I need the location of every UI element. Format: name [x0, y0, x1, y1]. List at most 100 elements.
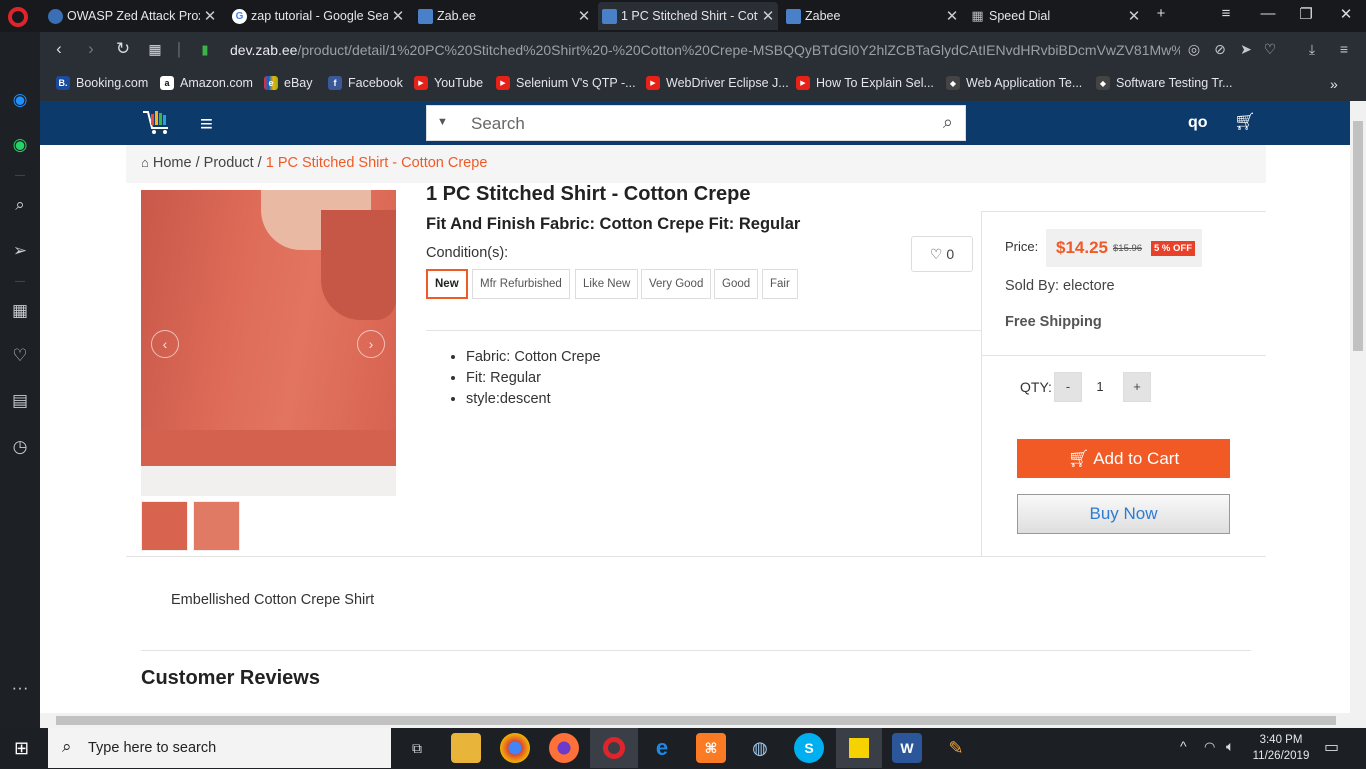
carousel-prev-icon[interactable]: ‹ [151, 330, 179, 358]
bookmark-software-testing[interactable]: ◆ Software Testing Tr... [1096, 76, 1233, 90]
back-icon[interactable]: ‹ [48, 39, 70, 59]
menu-icon[interactable]: ≡ [1334, 41, 1354, 57]
tab-product-active[interactable]: 1 PC Stitched Shirt - Cott ✕ [598, 2, 778, 30]
bookmark-ebay[interactable]: e eBay [264, 76, 313, 90]
user-account-link[interactable]: qo [1188, 114, 1208, 132]
tab-menu-icon[interactable]: ≡ [1212, 5, 1240, 22]
adblock-icon[interactable]: ⊘ [1210, 41, 1230, 58]
breadcrumb-home[interactable]: Home [153, 155, 192, 171]
lock-icon[interactable]: ▮ [194, 42, 216, 58]
bookmark-amazon[interactable]: a Amazon.com [160, 76, 253, 90]
condition-new-button[interactable]: New [426, 269, 468, 299]
zabee-logo-icon[interactable] [140, 108, 174, 138]
scrollbar-thumb[interactable] [56, 716, 1336, 725]
minimize-icon[interactable]: — [1254, 5, 1282, 22]
bookmarks-heart-icon[interactable]: ♡ [8, 344, 32, 368]
paint-icon[interactable]: ✎ [941, 733, 971, 763]
chrome-icon[interactable] [500, 733, 530, 763]
xampp-icon[interactable]: ⌘ [696, 733, 726, 763]
opera-taskbar-button[interactable] [590, 728, 638, 768]
horizontal-scrollbar[interactable] [40, 713, 1350, 728]
scrollbar-thumb[interactable] [1353, 121, 1363, 351]
sidebar-divider: — [15, 276, 25, 287]
new-tab-icon[interactable]: + [1147, 5, 1175, 22]
wishlist-button[interactable]: ♡ 0 [911, 236, 973, 272]
bookmark-web-app-testing[interactable]: ◆ Web Application Te... [946, 76, 1082, 90]
breadcrumb-product[interactable]: Product [204, 155, 254, 171]
qty-plus-button[interactable]: + [1123, 372, 1151, 402]
buy-now-button[interactable]: Buy Now [1017, 494, 1230, 534]
taskbar-search[interactable]: ⌕ Type here to search [48, 728, 391, 768]
bookmark-facebook[interactable]: f Facebook [328, 76, 403, 90]
carousel-next-icon[interactable]: › [357, 330, 385, 358]
task-view-icon[interactable]: ⧉ [402, 733, 432, 763]
firefox-icon[interactable] [549, 733, 579, 763]
whatsapp-icon[interactable]: ◉ [8, 133, 32, 157]
bookmark-webdriver[interactable]: ▶ WebDriver Eclipse J... [646, 76, 789, 90]
speed-dial-icon[interactable]: ▦ [8, 299, 32, 323]
hamburger-menu-icon[interactable]: ≡ [200, 111, 213, 137]
notification-icon[interactable]: ▭ [1324, 737, 1339, 757]
sticky-notes-taskbar-button[interactable] [836, 728, 882, 768]
site-search-input[interactable] [471, 112, 911, 136]
qty-minus-button[interactable]: - [1054, 372, 1082, 402]
condition-fair-button[interactable]: Fair [762, 269, 798, 299]
add-to-cart-button[interactable]: 🛒︎ Add to Cart [1017, 439, 1230, 478]
volume-icon[interactable]: 🔈︎ [1226, 738, 1234, 755]
bookmark-booking[interactable]: B. Booking.com [56, 76, 148, 90]
file-explorer-icon[interactable] [451, 733, 481, 763]
close-icon[interactable]: ✕ [200, 7, 220, 25]
tray-chevron-icon[interactable]: ^ [1180, 738, 1187, 754]
forward-icon[interactable]: › [80, 39, 102, 59]
news-icon[interactable]: ▤ [8, 389, 32, 413]
condition-good-button[interactable]: Good [714, 269, 759, 299]
wifi-icon[interactable]: ◠ [1204, 739, 1215, 755]
bookmark-selenium-qtp[interactable]: ▶ Selenium V's QTP -... [496, 76, 636, 90]
condition-mfr-refurbished-button[interactable]: Mfr Refurbished [472, 269, 570, 299]
bookmark-explain-selenium[interactable]: ▶ How To Explain Sel... [796, 76, 934, 90]
opera-logo-icon[interactable] [8, 7, 28, 27]
product-thumbnail-2[interactable] [193, 501, 240, 551]
more-icon[interactable]: ··· [8, 676, 32, 700]
camera-icon[interactable]: ◎ [1184, 41, 1204, 58]
close-icon[interactable]: ✕ [574, 7, 594, 25]
edge-icon[interactable]: e [647, 733, 677, 763]
qty-input[interactable]: 1 [1084, 379, 1116, 394]
word-icon[interactable]: W [892, 733, 922, 763]
network-app-icon[interactable]: ◍ [745, 733, 775, 763]
tab-zabee-2[interactable]: Zabee ✕ [782, 2, 962, 30]
tab-speed-dial[interactable]: ▦ Speed Dial ✕ [966, 2, 1144, 30]
windows-start-icon[interactable]: ⊞ [14, 738, 29, 759]
reload-icon[interactable]: ↻ [112, 39, 134, 59]
taskbar-clock[interactable]: 3:40 PM 11/26/2019 [1248, 732, 1314, 764]
close-icon[interactable]: ✕ [758, 7, 778, 25]
product-main-image[interactable]: ‹ › [141, 190, 396, 496]
heart-icon[interactable]: ♡ [1260, 41, 1280, 58]
skype-icon[interactable]: S [794, 733, 824, 763]
url-field[interactable]: dev.zab.ee/product/detail/1%20PC%20Stitc… [230, 42, 1180, 58]
search-icon[interactable]: ⌕ [8, 193, 32, 217]
tab-owasp[interactable]: OWASP Zed Attack Prox ✕ [44, 2, 220, 30]
restore-icon[interactable]: ❐ [1292, 5, 1320, 23]
messenger-icon[interactable]: ◉ [8, 88, 32, 112]
search-category-dropdown-icon[interactable]: ▼ [437, 116, 448, 128]
close-icon[interactable]: ✕ [942, 7, 962, 25]
send-icon[interactable]: ➤ [1236, 41, 1256, 58]
history-clock-icon[interactable]: ◷ [8, 435, 32, 459]
close-icon[interactable]: ✕ [1124, 7, 1144, 25]
search-icon[interactable]: ⌕ [943, 112, 953, 133]
bookmark-youtube[interactable]: ▶ YouTube [414, 76, 483, 90]
download-icon[interactable]: ⤓ [1302, 41, 1322, 58]
vertical-scrollbar[interactable] [1350, 101, 1366, 728]
cart-icon[interactable]: 🛒︎ [1234, 112, 1256, 132]
flow-send-icon[interactable]: ➢ [8, 239, 32, 263]
tab-zabee-1[interactable]: Zab.ee ✕ [414, 2, 594, 30]
window-close-icon[interactable]: ✕ [1332, 5, 1360, 23]
product-thumbnail-1[interactable] [141, 501, 188, 551]
condition-very-good-button[interactable]: Very Good [641, 269, 712, 299]
bookmarks-overflow-icon[interactable]: » [1330, 76, 1338, 92]
tab-google[interactable]: G zap tutorial - Google Sea ✕ [228, 2, 408, 30]
condition-like-new-button[interactable]: Like New [575, 269, 639, 299]
close-icon[interactable]: ✕ [388, 7, 408, 25]
tabs-grid-icon[interactable]: ▦ [144, 41, 166, 58]
